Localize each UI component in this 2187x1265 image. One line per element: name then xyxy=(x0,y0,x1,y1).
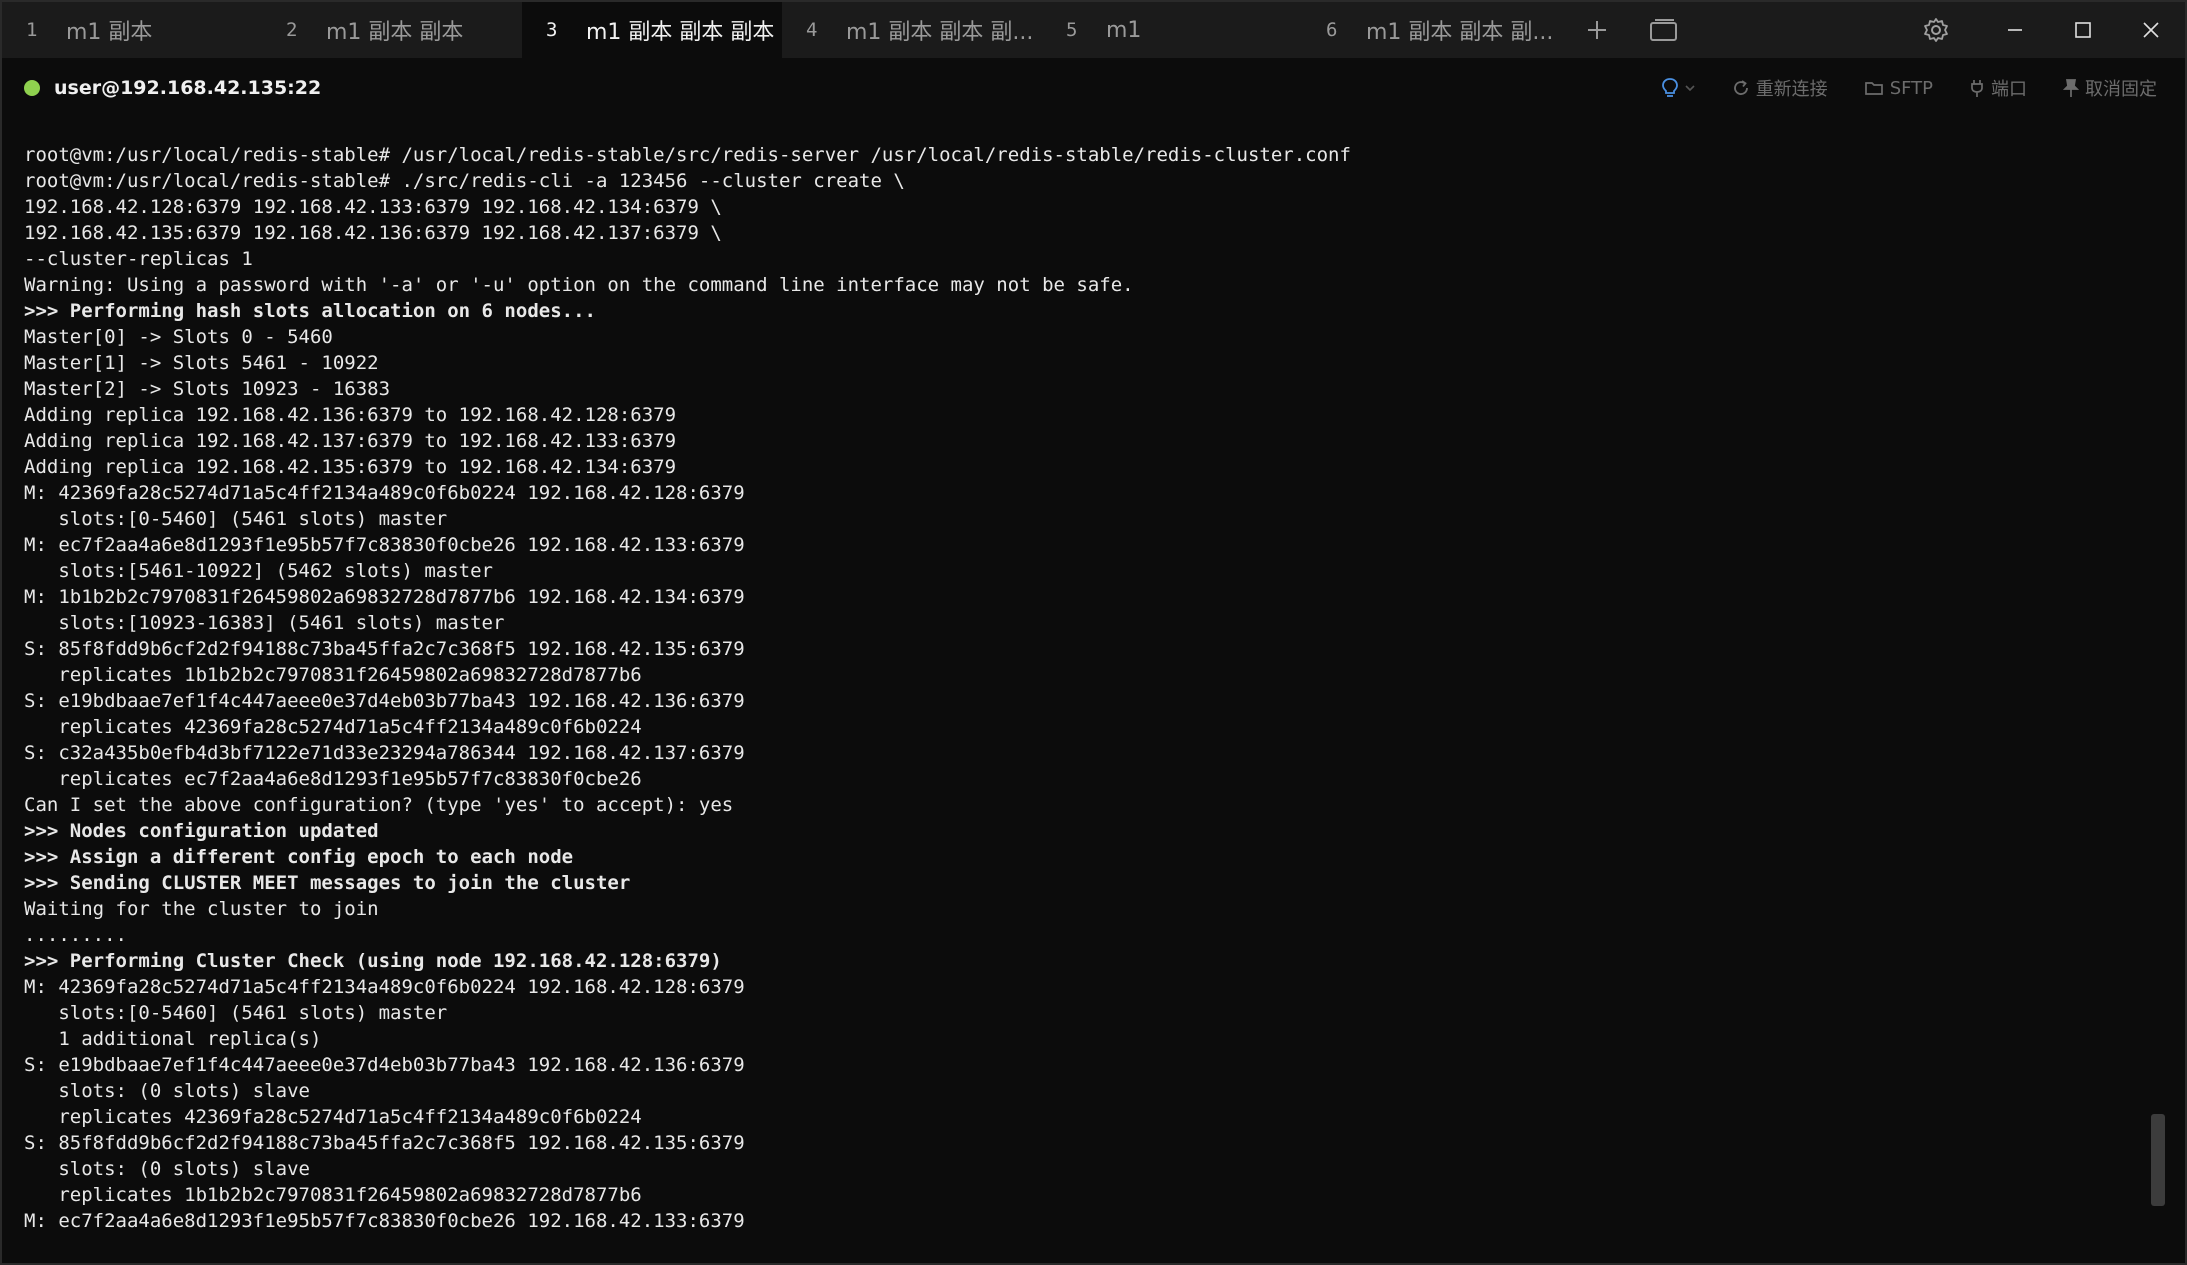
tab-6[interactable]: 6 m1 副本 副本 副... xyxy=(1302,2,1562,58)
tab-title: m1 副本 副本 副... xyxy=(846,20,1034,45)
chevron-down-icon xyxy=(1685,85,1695,92)
terminal-scrollbar-thumb[interactable] xyxy=(2151,1114,2165,1206)
tab-4[interactable]: 4 m1 副本 副本 副... xyxy=(782,2,1042,58)
terminal-line: root@vm:/usr/local/redis-stable# ./src/r… xyxy=(24,170,905,192)
terminal-line: >>> Nodes configuration updated xyxy=(24,820,379,842)
tab-number: 2 xyxy=(286,19,298,41)
terminal-line: replicates 1b1b2b2c7970831f26459802a6983… xyxy=(24,664,642,686)
terminal-line: slots: (0 slots) slave xyxy=(24,1080,310,1102)
settings-button[interactable] xyxy=(1891,2,1981,58)
plus-icon xyxy=(1588,21,1606,39)
port-label: 端口 xyxy=(1991,79,2027,100)
maximize-button[interactable] xyxy=(2049,2,2117,58)
tab-2[interactable]: 2 m1 副本 副本 xyxy=(262,2,522,58)
terminal-line: replicates 1b1b2b2c7970831f26459802a6983… xyxy=(24,1184,642,1206)
reconnect-label: 重新连接 xyxy=(1755,79,1828,100)
unpin-button[interactable]: 取消固定 xyxy=(2063,75,2157,101)
terminal-line: S: e19bdbaae7ef1f4c447aeee0e37d4eb03b77b… xyxy=(24,1054,745,1076)
terminal-line: S: c32a435b0efb4d3bf7122e71d33e23294a786… xyxy=(24,742,745,764)
terminal-line: >>> Assign a different config epoch to e… xyxy=(24,846,574,868)
terminal-line: ......... xyxy=(24,924,127,946)
terminal-line: Adding replica 192.168.42.135:6379 to 19… xyxy=(24,456,677,478)
terminal-line: >>> Performing hash slots allocation on … xyxy=(24,300,596,322)
minimize-icon xyxy=(2008,29,2022,31)
session-title: user@192.168.42.135:22 xyxy=(54,77,322,99)
terminal-line: replicates 42369fa28c5274d71a5c4ff2134a4… xyxy=(24,1106,642,1128)
terminal-line: slots:[0-5460] (5461 slots) master xyxy=(24,1002,448,1024)
terminal-line: 192.168.42.135:6379 192.168.42.136:6379 … xyxy=(24,222,722,244)
terminal-output[interactable]: root@vm:/usr/local/redis-stable# /usr/lo… xyxy=(24,142,2134,1242)
windows-overview-icon xyxy=(1650,19,1677,41)
new-tab-button[interactable] xyxy=(1562,2,1632,58)
terminal-line: Master[1] -> Slots 5461 - 10922 xyxy=(24,352,379,374)
tab-number: 1 xyxy=(26,19,38,41)
terminal-line: replicates ec7f2aa4a6e8d1293f1e95b57f7c8… xyxy=(24,768,642,790)
session-bar: user@192.168.42.135:22 重新连接 SFTP 端口 取消固定 xyxy=(2,58,2185,118)
terminal-line: M: ec7f2aa4a6e8d1293f1e95b57f7c83830f0cb… xyxy=(24,1210,745,1232)
tab-number: 4 xyxy=(806,19,818,41)
minimize-button[interactable] xyxy=(1981,2,2049,58)
close-icon xyxy=(2143,22,2159,38)
terminal-line: slots:[5461-10922] (5462 slots) master xyxy=(24,560,493,582)
terminal-line: Can I set the above configuration? (type… xyxy=(24,794,734,816)
tab-title: m1 副本 副本 xyxy=(326,20,464,45)
terminal-line: Adding replica 192.168.42.136:6379 to 19… xyxy=(24,404,677,426)
terminal-line: M: 42369fa28c5274d71a5c4ff2134a489c0f6b0… xyxy=(24,482,745,504)
tips-dropdown[interactable] xyxy=(1660,77,1696,99)
tab-number: 6 xyxy=(1326,19,1338,41)
terminal-line: Master[0] -> Slots 0 - 5460 xyxy=(24,326,333,348)
terminal-app-window: 1 m1 副本 2 m1 副本 副本 3 m1 副本 副本 副本 4 m1 副本… xyxy=(0,0,2187,1265)
lightbulb-icon xyxy=(1661,78,1678,97)
terminal-line: 1 additional replica(s) xyxy=(24,1028,322,1050)
terminal-line: M: ec7f2aa4a6e8d1293f1e95b57f7c83830f0cb… xyxy=(24,534,745,556)
terminal-line: Warning: Using a password with '-a' or '… xyxy=(24,274,1134,296)
terminal-line: slots:[0-5460] (5461 slots) master xyxy=(24,508,448,530)
connection-status-dot xyxy=(24,80,40,96)
pin-icon xyxy=(2063,79,2079,97)
maximize-icon xyxy=(2075,22,2091,38)
terminal-line: --cluster-replicas 1 xyxy=(24,248,253,270)
terminal-line: replicates 42369fa28c5274d71a5c4ff2134a4… xyxy=(24,716,642,738)
refresh-icon xyxy=(1733,80,1748,95)
terminal-line: slots:[10923-16383] (5461 slots) master xyxy=(24,612,505,634)
terminal-line: Master[2] -> Slots 10923 - 16383 xyxy=(24,378,391,400)
tab-3-active[interactable]: 3 m1 副本 副本 副本 xyxy=(522,2,782,58)
terminal-line: 192.168.42.128:6379 192.168.42.133:6379 … xyxy=(24,196,722,218)
plug-icon xyxy=(1971,80,1983,97)
tab-5[interactable]: 5 m1 xyxy=(1042,2,1302,58)
window-controls xyxy=(1891,2,2185,58)
tab-1[interactable]: 1 m1 副本 xyxy=(2,2,262,58)
sftp-button[interactable]: SFTP xyxy=(1864,78,1933,99)
gear-icon xyxy=(1924,18,1948,42)
terminal-line: S: 85f8fdd9b6cf2d2f94188c73ba45ffa2c7c36… xyxy=(24,1132,745,1154)
folder-icon xyxy=(1864,82,1883,95)
reconnect-button[interactable]: 重新连接 xyxy=(1732,75,1828,101)
tab-title: m1 副本 xyxy=(66,20,153,45)
terminal-line: >>> Sending CLUSTER MEET messages to joi… xyxy=(24,872,631,894)
tab-bar: 1 m1 副本 2 m1 副本 副本 3 m1 副本 副本 副本 4 m1 副本… xyxy=(2,2,2185,58)
terminal-line: >>> Performing Cluster Check (using node… xyxy=(24,950,722,972)
terminal-line: Waiting for the cluster to join xyxy=(24,898,379,920)
port-forward-button[interactable]: 端口 xyxy=(1969,75,2027,101)
tab-number: 3 xyxy=(546,19,558,41)
terminal-line: Adding replica 192.168.42.137:6379 to 19… xyxy=(24,430,677,452)
terminal-line: M: 1b1b2b2c7970831f26459802a69832728d787… xyxy=(24,586,745,608)
terminal-line: S: 85f8fdd9b6cf2d2f94188c73ba45ffa2c7c36… xyxy=(24,638,745,660)
tab-overview-button[interactable] xyxy=(1632,2,1696,58)
terminal-line: root@vm:/usr/local/redis-stable# /usr/lo… xyxy=(24,144,1351,166)
session-actions: 重新连接 SFTP 端口 取消固定 xyxy=(1660,58,2157,118)
tab-number: 5 xyxy=(1066,19,1078,41)
terminal-line: slots: (0 slots) slave xyxy=(24,1158,310,1180)
terminal-line: S: e19bdbaae7ef1f4c447aeee0e37d4eb03b77b… xyxy=(24,690,745,712)
tab-title: m1 副本 副本 副本 xyxy=(586,20,775,45)
tab-title: m1 副本 副本 副... xyxy=(1366,20,1554,45)
tab-title: m1 xyxy=(1106,17,1142,43)
sftp-label: SFTP xyxy=(1889,77,1933,99)
terminal-line: M: 42369fa28c5274d71a5c4ff2134a489c0f6b0… xyxy=(24,976,745,998)
close-button[interactable] xyxy=(2117,2,2185,58)
unpin-label: 取消固定 xyxy=(2085,79,2157,100)
